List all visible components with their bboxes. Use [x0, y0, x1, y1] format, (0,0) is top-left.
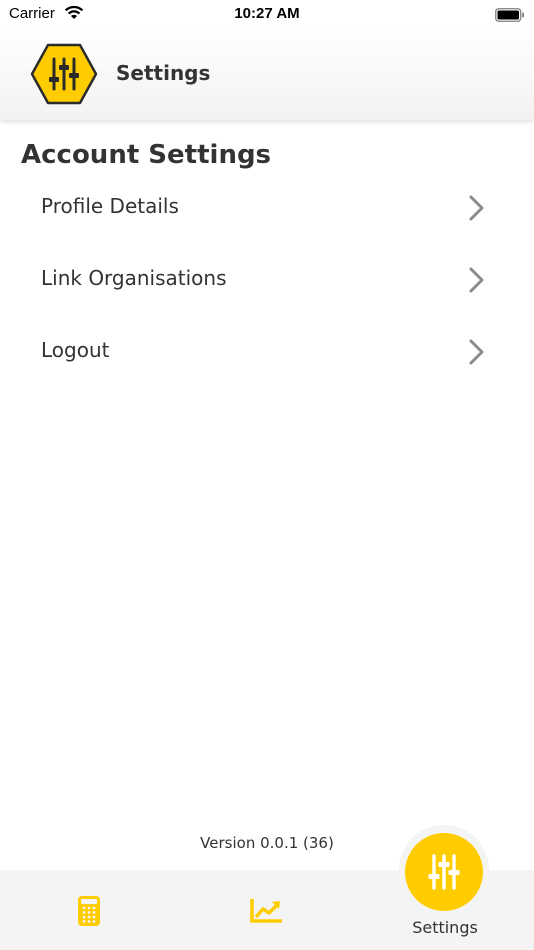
tab-settings[interactable]: Settings	[400, 827, 490, 950]
clock-time: 10:27 AM	[234, 5, 300, 22]
link-organisations-label: Link Organisations	[41, 266, 227, 290]
logout-row[interactable]: Logout	[0, 324, 534, 380]
profile-details-label: Profile Details	[41, 194, 179, 218]
chevron-right-icon	[467, 266, 487, 298]
trend-chart-icon	[248, 897, 284, 929]
app-header: Settings	[0, 28, 534, 120]
tab-settings-label: Settings	[412, 918, 478, 937]
chevron-right-icon	[467, 194, 487, 226]
tab-calculator[interactable]	[70, 870, 110, 950]
sliders-hexagon-icon	[30, 43, 98, 109]
settings-tab-button[interactable]	[405, 833, 483, 911]
link-organisations-row[interactable]: Link Organisations	[0, 252, 534, 308]
chevron-right-icon	[467, 338, 487, 370]
tab-trends[interactable]	[248, 870, 288, 950]
account-settings-heading: Account Settings	[21, 140, 272, 170]
battery-icon	[495, 7, 525, 26]
calculator-icon	[77, 895, 101, 931]
status-bar: Carrier 10:27 AM	[0, 0, 534, 28]
page-title: Settings	[116, 61, 211, 85]
sliders-icon	[427, 853, 461, 895]
logout-label: Logout	[41, 338, 110, 362]
profile-details-row[interactable]: Profile Details	[0, 180, 534, 236]
